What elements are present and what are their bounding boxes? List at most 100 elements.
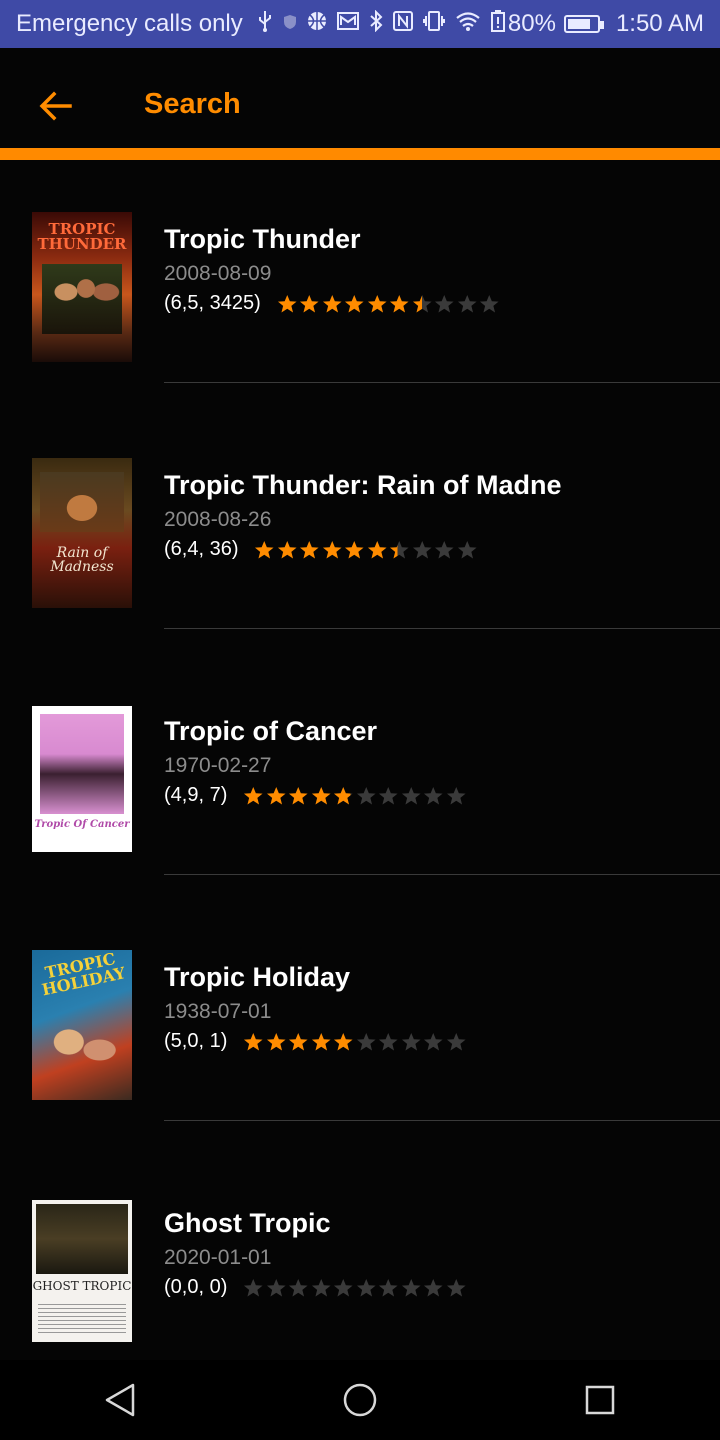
star-empty-icon <box>356 786 376 804</box>
star-empty-icon <box>446 786 466 804</box>
search-results-list[interactable]: TROPIC THUNDER Tropic Thunder 2008-08-09… <box>0 160 720 1360</box>
rating-line: (6,4, 36) <box>164 538 477 561</box>
release-date: 2008-08-09 <box>164 262 272 285</box>
rating-stars <box>243 786 466 806</box>
row-divider <box>164 628 720 629</box>
battery-alert-icon <box>490 10 505 38</box>
star-filled-icon <box>390 294 409 312</box>
star-empty-icon <box>435 294 454 312</box>
poster-art <box>36 1204 128 1274</box>
star-filled-icon <box>277 540 297 558</box>
star-empty-icon <box>401 1278 421 1296</box>
poster-credits <box>38 1304 126 1336</box>
result-item[interactable]: TROPIC HOLIDAY Tropic Holiday 1938-07-01… <box>0 938 720 1184</box>
star-filled-icon <box>322 540 342 558</box>
rating-text: (6,4, 36) <box>164 538 239 560</box>
star-empty-icon <box>435 540 455 558</box>
mail-icon <box>336 12 359 36</box>
status-bar: Emergency calls only 80% 1:50 AM <box>0 0 720 48</box>
star-filled-icon <box>311 786 331 804</box>
rating-line: (0,0, 0) <box>164 1276 466 1299</box>
star-filled-icon <box>289 1032 308 1050</box>
release-date: 2020-01-01 <box>164 1246 272 1269</box>
nfc-icon <box>392 11 413 37</box>
movie-title: Tropic Holiday <box>164 962 351 992</box>
usb-icon <box>257 10 273 38</box>
carrier-text: Emergency calls only <box>16 10 243 37</box>
result-item[interactable]: TROPIC THUNDER Tropic Thunder 2008-08-09… <box>0 200 720 446</box>
movie-title: Tropic Thunder <box>164 224 361 254</box>
rating-line: (4,9, 7) <box>164 784 466 807</box>
rating-text: (4,9, 7) <box>164 784 228 806</box>
row-divider <box>164 874 720 875</box>
star-filled-icon <box>266 786 286 804</box>
battery-icon <box>563 15 604 33</box>
poster-art <box>40 714 124 814</box>
movie-poster: Tropic Of Cancer <box>32 706 132 852</box>
star-empty-icon <box>424 1278 443 1296</box>
star-empty-icon <box>446 1032 466 1050</box>
star-filled-icon <box>244 1032 263 1050</box>
movie-poster: TROPIC THUNDER <box>32 212 132 362</box>
poster-art <box>40 472 124 532</box>
star-filled-icon <box>367 540 387 558</box>
star-half-icon <box>334 786 353 804</box>
status-icons <box>243 9 508 38</box>
star-empty-icon <box>457 540 477 558</box>
star-empty-icon <box>412 540 432 558</box>
nav-recents-icon <box>585 1385 615 1415</box>
battery-percent: 80% <box>507 10 556 37</box>
star-empty-icon <box>401 1032 421 1050</box>
star-empty-icon <box>379 1278 398 1296</box>
star-empty-icon <box>457 294 477 312</box>
star-empty-icon <box>424 1032 443 1050</box>
star-empty-icon <box>356 1278 376 1296</box>
shield-icon <box>283 13 297 36</box>
poster-title: TROPIC HOLIDAY <box>40 950 127 1000</box>
wifi-icon <box>455 11 481 37</box>
rating-stars <box>277 294 500 314</box>
poster-title: TROPIC THUNDER <box>37 220 127 253</box>
result-item[interactable]: Rain of Madness Tropic Thunder: Rain of … <box>0 446 720 692</box>
star-filled-icon <box>289 786 308 804</box>
star-filled-icon <box>300 540 320 558</box>
status-right: 80% 1:50 AM <box>508 10 704 38</box>
star-filled-icon <box>244 786 263 804</box>
star-filled-icon <box>322 294 342 312</box>
basketball-icon <box>307 11 327 37</box>
movie-title: Tropic of Cancer <box>164 716 378 746</box>
rating-stars <box>243 1032 466 1052</box>
bluetooth-icon <box>369 9 383 38</box>
star-filled-icon <box>311 1032 331 1050</box>
rating-stars <box>254 540 477 560</box>
star-empty-icon <box>311 1278 331 1296</box>
release-date: 1938-07-01 <box>164 1000 272 1023</box>
movie-poster: TROPIC HOLIDAY <box>32 950 132 1100</box>
poster-art <box>42 264 122 334</box>
star-empty-icon <box>334 1278 353 1296</box>
release-date: 2008-08-26 <box>164 508 272 531</box>
star-filled-icon <box>345 294 364 312</box>
movie-title: Ghost Tropic <box>164 1208 331 1238</box>
star-empty-icon <box>480 294 499 312</box>
result-item[interactable]: Tropic Of Cancer Tropic of Cancer 1970-0… <box>0 692 720 938</box>
nav-home-button[interactable] <box>328 1368 392 1432</box>
star-filled-icon <box>300 294 319 312</box>
star-empty-icon <box>424 786 443 804</box>
clock: 1:50 AM <box>615 10 704 37</box>
nav-back-button[interactable] <box>88 1368 152 1432</box>
star-filled-icon <box>334 1032 353 1050</box>
nav-recents-button[interactable] <box>568 1368 632 1432</box>
result-item[interactable]: GHOST TROPIC Ghost Tropic 2020-01-01 (0,… <box>0 1184 720 1360</box>
accent-divider <box>0 148 720 160</box>
star-filled-icon <box>266 1032 286 1050</box>
rating-line: (5,0, 1) <box>164 1030 466 1053</box>
movie-title: Tropic Thunder: Rain of Madne <box>164 470 562 500</box>
rating-text: (5,0, 1) <box>164 1030 228 1052</box>
movie-poster: GHOST TROPIC <box>32 1200 132 1342</box>
back-button[interactable] <box>36 86 76 126</box>
star-empty-icon <box>266 1278 286 1296</box>
nav-home-icon <box>343 1383 377 1417</box>
rating-line: (6,5, 3425) <box>164 292 500 315</box>
page-title: Search <box>144 88 241 120</box>
